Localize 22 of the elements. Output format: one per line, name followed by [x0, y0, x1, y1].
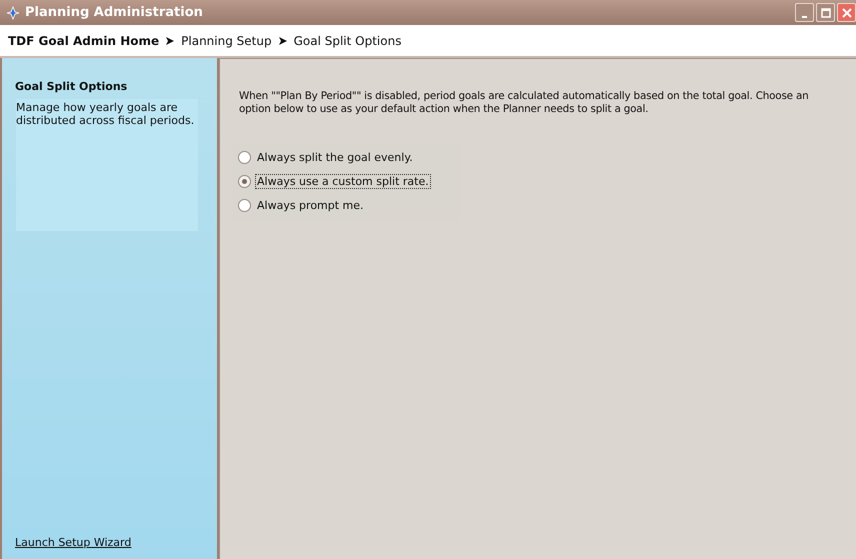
close-icon [842, 8, 852, 18]
radio-option[interactable]: Always prompt me. [238, 198, 460, 213]
minimize-icon [802, 16, 807, 18]
arrow-icon [165, 36, 176, 46]
setup-wizard-link[interactable]: Launch Setup Wizard [15, 536, 217, 549]
app-icon [6, 6, 20, 20]
radio-option[interactable]: Always split the goal evenly. [238, 150, 460, 165]
breadcrumb-link[interactable]: Goal Split Options [294, 34, 402, 48]
radio-button[interactable] [238, 175, 251, 188]
window-title: Planning Administration [25, 5, 204, 20]
close-button[interactable] [837, 3, 856, 22]
sidebar-description: Manage how yearly goals are distributed across fiscal periods. [16, 101, 196, 127]
arrow-icon [278, 36, 288, 46]
breadcrumb-link[interactable]: TDF Goal Admin Home [8, 34, 160, 48]
minimize-button[interactable] [795, 3, 814, 22]
maximize-icon [820, 8, 830, 18]
radio-button[interactable] [238, 199, 251, 212]
sidebar-heading: Goal Split Options [15, 80, 128, 93]
maximize-button[interactable] [816, 3, 835, 22]
intro-text: When ""Plan By Period"" is disabled, period goals are calculated automatically based on the total goal. Choose an option below to use as your default action when the Planner needs to split a goal. [239, 90, 810, 116]
radio-button[interactable] [238, 151, 251, 164]
breadcrumb-link[interactable]: Planning Setup [181, 34, 272, 48]
